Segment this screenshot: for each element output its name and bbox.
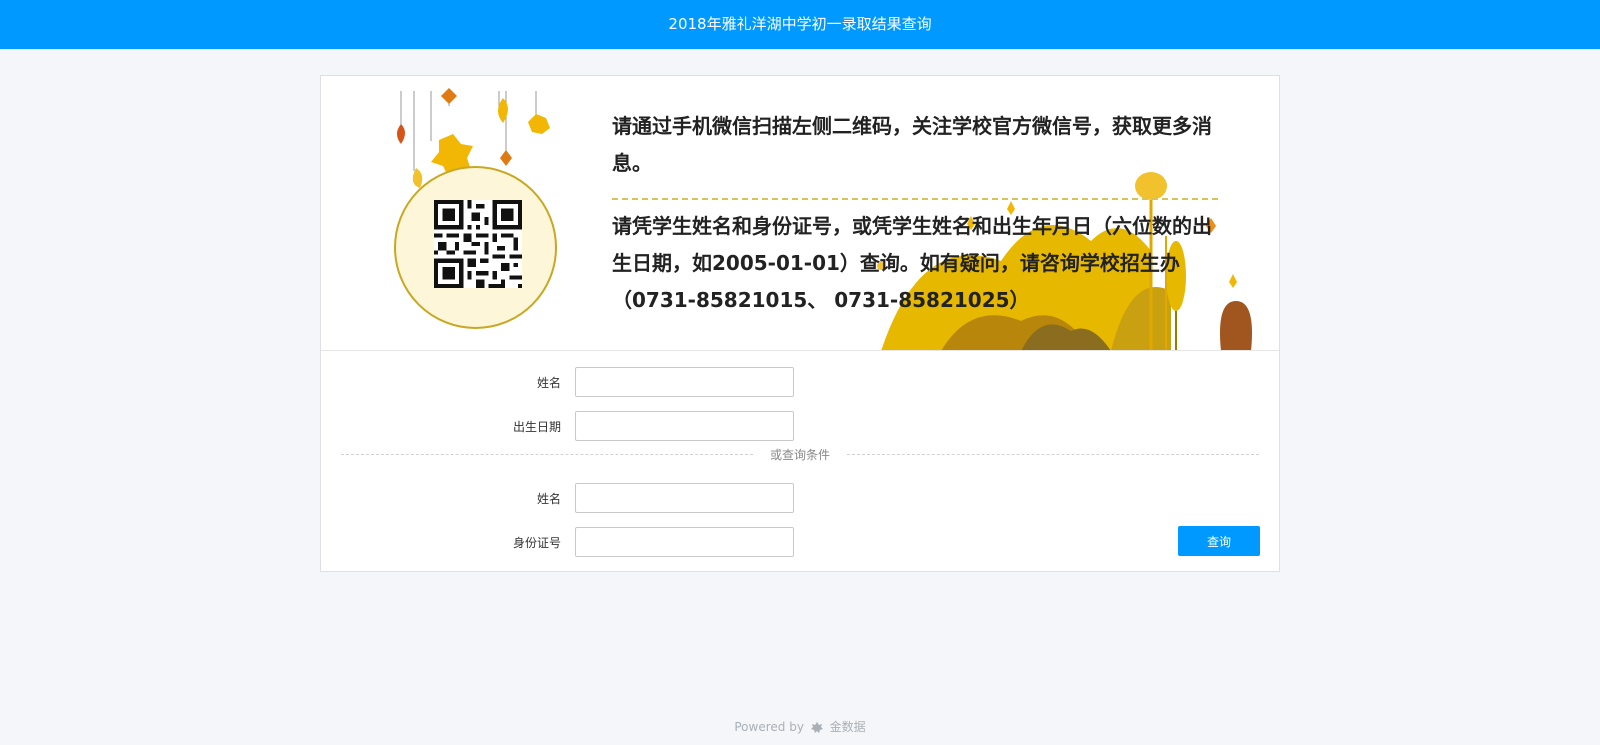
birthdate-input[interactable] [575,411,794,441]
powered-by-text: Powered by [734,720,804,734]
instructions-text: 请凭学生姓名和身份证号，或凭学生姓名和出生年月日（六位数的出生日期，如2005-… [612,214,1212,312]
page-title: 2018年雅礼洋湖中学初一录取结果查询 [668,15,932,33]
query-card: 请通过手机微信扫描左侧二维码，关注学校官方微信号，获取更多消息。 请凭学生姓名和… [320,75,1280,572]
birthdate-label: 出生日期 [512,420,561,434]
or-divider: 或查询条件 [341,446,1259,462]
form-row-id: 身份证号 [321,527,1279,557]
name-label: 姓名 [536,376,561,390]
banner: 请通过手机微信扫描左侧二维码，关注学校官方微信号，获取更多消息。 请凭学生姓名和… [321,76,1279,351]
form-row-name-2: 姓名 [321,483,1279,513]
jinshuju-logo-icon [810,722,823,733]
or-line-right [847,454,1259,455]
qr-hint-text: 请通过手机微信扫描左侧二维码，关注学校官方微信号，获取更多消息。 [612,114,1212,175]
or-line-left [341,454,753,455]
form-row-name: 姓名 [321,367,1279,397]
qr-code-icon [434,200,522,288]
or-text: 或查询条件 [769,448,830,462]
banner-divider [612,198,1218,200]
name-input-2[interactable] [575,483,794,513]
page-header: 2018年雅礼洋湖中学初一录取结果查询 [0,0,1600,49]
footer: Powered by 金数据 [0,718,1600,735]
qr-circle [394,166,557,329]
brand-link[interactable]: 金数据 [830,720,866,734]
id-number-input[interactable] [575,527,794,557]
id-number-label: 身份证号 [512,536,561,550]
form-row-birthdate: 出生日期 [321,411,1279,441]
name-input[interactable] [575,367,794,397]
banner-text: 请通过手机微信扫描左侧二维码，关注学校官方微信号，获取更多消息。 请凭学生姓名和… [612,108,1218,319]
name-label-2: 姓名 [536,492,561,506]
query-button[interactable]: 查询 [1178,526,1260,556]
